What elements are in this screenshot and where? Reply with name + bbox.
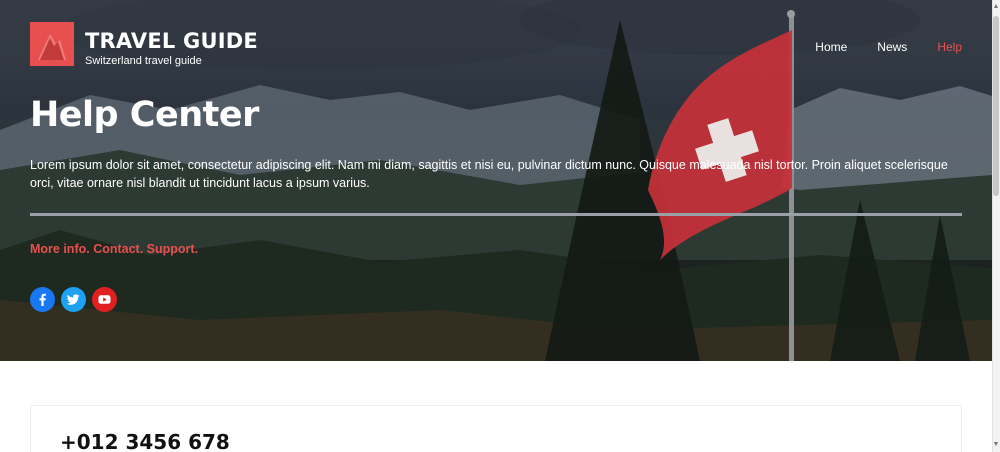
support-subline: More info. Contact. Support.	[30, 242, 199, 256]
social-links	[30, 287, 117, 312]
phone-number[interactable]: +012 3456 678	[60, 430, 230, 452]
contact-card: +012 3456 678	[30, 405, 962, 452]
page-scrollbar[interactable]: ▲ ▼	[992, 0, 1000, 452]
nav-item-home[interactable]: Home	[815, 40, 847, 54]
site-tagline: Switzerland travel guide	[85, 55, 202, 67]
scrollbar-thumb[interactable]	[993, 16, 999, 196]
site-title[interactable]: TRAVEL GUIDE	[85, 29, 258, 53]
mountain-logo-icon	[38, 34, 66, 60]
page-title: Help Center	[30, 95, 259, 135]
intro-text: Lorem ipsum dolor sit amet, consectetur …	[30, 158, 948, 190]
nav-item-news[interactable]: News	[877, 40, 907, 54]
logo[interactable]	[30, 22, 74, 66]
scroll-up-icon[interactable]: ▲	[992, 2, 1000, 12]
youtube-icon[interactable]	[92, 287, 117, 312]
scroll-down-icon[interactable]: ▼	[992, 440, 1000, 450]
hero-banner: TRAVEL GUIDE Switzerland travel guide Ho…	[0, 0, 992, 361]
twitter-icon[interactable]	[61, 287, 86, 312]
nav-item-help[interactable]: Help	[937, 40, 962, 54]
divider	[30, 213, 962, 216]
main-nav: Home News Help	[785, 40, 962, 54]
facebook-icon[interactable]	[30, 287, 55, 312]
